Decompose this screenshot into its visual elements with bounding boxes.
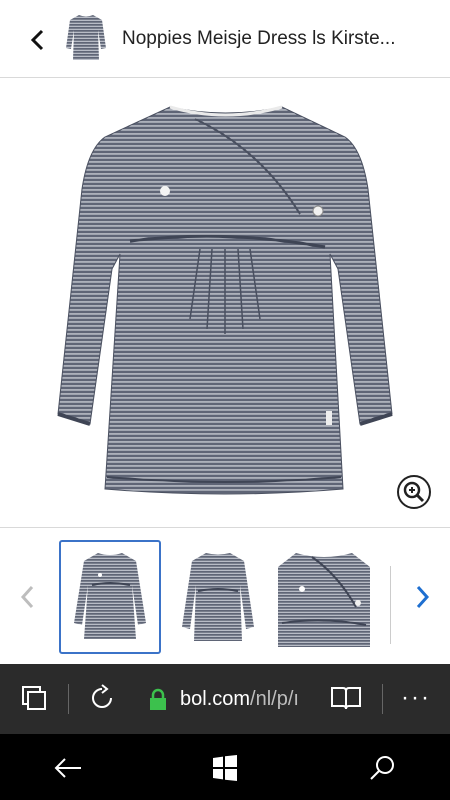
dress-front-thumbnail	[74, 553, 146, 639]
reading-view-icon	[331, 687, 361, 710]
address-bar[interactable]: bol.com/nl/p/ı	[180, 684, 314, 714]
windows-logo-icon	[213, 755, 237, 781]
tabs-icon	[22, 686, 46, 710]
magnifier-zoom-icon	[397, 475, 431, 509]
product-main-image[interactable]	[0, 79, 450, 527]
toolbar-divider	[68, 684, 69, 714]
thumbnails-next-button[interactable]	[410, 582, 436, 612]
url-host: bol.com	[180, 687, 251, 710]
url-path: /nl/p/ı	[250, 687, 299, 710]
dress-back-thumbnail	[182, 553, 254, 641]
search-icon	[370, 756, 394, 780]
refresh-icon	[92, 684, 112, 708]
page-title: Noppies Meisje Dress ls Kirste...	[122, 28, 396, 49]
zoom-button[interactable]	[396, 474, 432, 510]
nav-search-button[interactable]	[362, 748, 402, 788]
dress-detail-thumbnail	[278, 553, 370, 647]
thumbnail-detail[interactable]	[273, 540, 375, 654]
system-nav-bar	[0, 734, 450, 800]
nav-back-button[interactable]	[48, 748, 88, 788]
thumbnail-partial-edge	[390, 566, 391, 644]
chevron-left-icon	[20, 585, 34, 609]
chevron-right-icon	[416, 585, 430, 609]
app-header: Noppies Meisje Dress ls Kirste...	[0, 0, 450, 78]
thumbnails-prev-button[interactable]	[14, 582, 40, 612]
lock-icon	[150, 688, 166, 710]
back-arrow-icon	[54, 758, 81, 778]
thumbnail-back[interactable]	[167, 540, 269, 654]
product-thumbnail[interactable]	[64, 12, 108, 64]
browser-toolbar: bol.com/nl/p/ı ···	[0, 664, 450, 734]
toolbar-divider	[382, 684, 383, 714]
nav-home-button[interactable]	[205, 748, 245, 788]
reading-view-button[interactable]	[326, 678, 366, 718]
dress-illustration	[57, 105, 393, 495]
tabs-button[interactable]	[14, 678, 54, 718]
more-button[interactable]: ···	[396, 678, 436, 718]
refresh-button[interactable]	[82, 678, 122, 718]
thumbnail-front[interactable]	[59, 540, 161, 654]
chevron-left-icon	[30, 29, 44, 51]
back-button[interactable]	[22, 24, 54, 56]
